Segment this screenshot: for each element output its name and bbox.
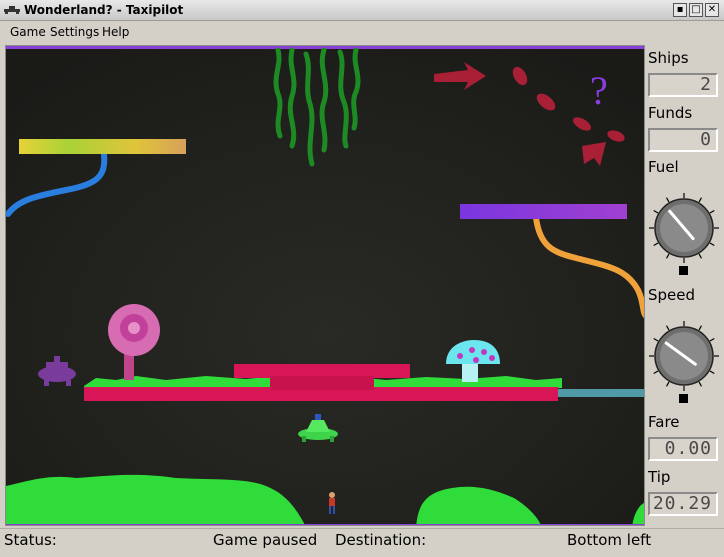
gauge-tick	[709, 209, 715, 214]
gauge-tick	[653, 337, 659, 342]
gauge-tick	[698, 325, 703, 331]
game-scene: ?	[6, 46, 644, 525]
gauge-tick	[653, 209, 659, 214]
side-panel: Ships 2 Funds 0 Fuel Speed Fare 0.00 Tip…	[646, 45, 724, 526]
gauge-tick	[665, 253, 670, 259]
menu-help[interactable]: Help	[102, 25, 129, 39]
taxi-app-icon	[4, 6, 20, 14]
close-icon: ✕	[707, 4, 717, 15]
status-value: Game paused	[213, 531, 318, 549]
gauge-tick	[653, 242, 659, 247]
minimize-button[interactable]: ▪	[673, 3, 687, 17]
status-bar: Status: Game paused Destination: Bottom …	[0, 528, 724, 557]
maximize-icon: □	[691, 4, 701, 15]
gauge-tick	[698, 197, 703, 203]
fuel-gauge	[649, 193, 719, 275]
gauge-tick	[653, 370, 659, 375]
speed-label: Speed	[648, 286, 696, 304]
tip-display: 20.29	[648, 492, 718, 516]
title-bar: Wonderland? - Taxipilot ▪ □ ✕	[0, 0, 724, 21]
window-title: Wonderland? - Taxipilot	[24, 3, 184, 17]
gauge-tick	[698, 253, 703, 259]
fare-display: 0.00	[648, 437, 718, 461]
scene-background	[6, 46, 644, 525]
purple-platform	[460, 204, 627, 219]
menu-bar: Game Settings Help	[0, 21, 724, 43]
gauge-tick	[709, 337, 715, 342]
gauge-tick	[665, 197, 670, 203]
tip-label: Tip	[648, 468, 671, 486]
ships-display: 2	[648, 73, 718, 97]
purple-question-mark: ?	[590, 68, 608, 113]
game-canvas[interactable]: ?	[5, 45, 645, 526]
destination-label: Destination:	[335, 531, 427, 549]
destination-value: Bottom left	[567, 531, 652, 549]
gauge-tick	[709, 242, 715, 247]
landing-pad-stem	[270, 376, 374, 390]
funds-label: Funds	[648, 104, 693, 122]
floor-line	[6, 524, 644, 525]
yellow-platform	[19, 139, 186, 154]
speed-gauge	[649, 321, 719, 403]
fuel-label: Fuel	[648, 158, 679, 176]
menu-game[interactable]: Game	[10, 25, 46, 39]
landing-pad-top	[234, 364, 410, 378]
ships-label: Ships	[648, 49, 689, 67]
gauge-tick	[665, 381, 670, 387]
gauge-tick	[665, 325, 670, 331]
close-button[interactable]: ✕	[705, 3, 719, 17]
status-label: Status:	[4, 531, 57, 549]
menu-settings[interactable]: Settings	[50, 25, 99, 39]
fare-label: Fare	[648, 413, 680, 431]
teal-ledge	[558, 389, 644, 397]
minimize-icon: ▪	[676, 4, 684, 15]
gauge-tick	[698, 381, 703, 387]
maximize-button[interactable]: □	[689, 3, 703, 17]
funds-display: 0	[648, 128, 718, 152]
gauge-tick	[709, 370, 715, 375]
